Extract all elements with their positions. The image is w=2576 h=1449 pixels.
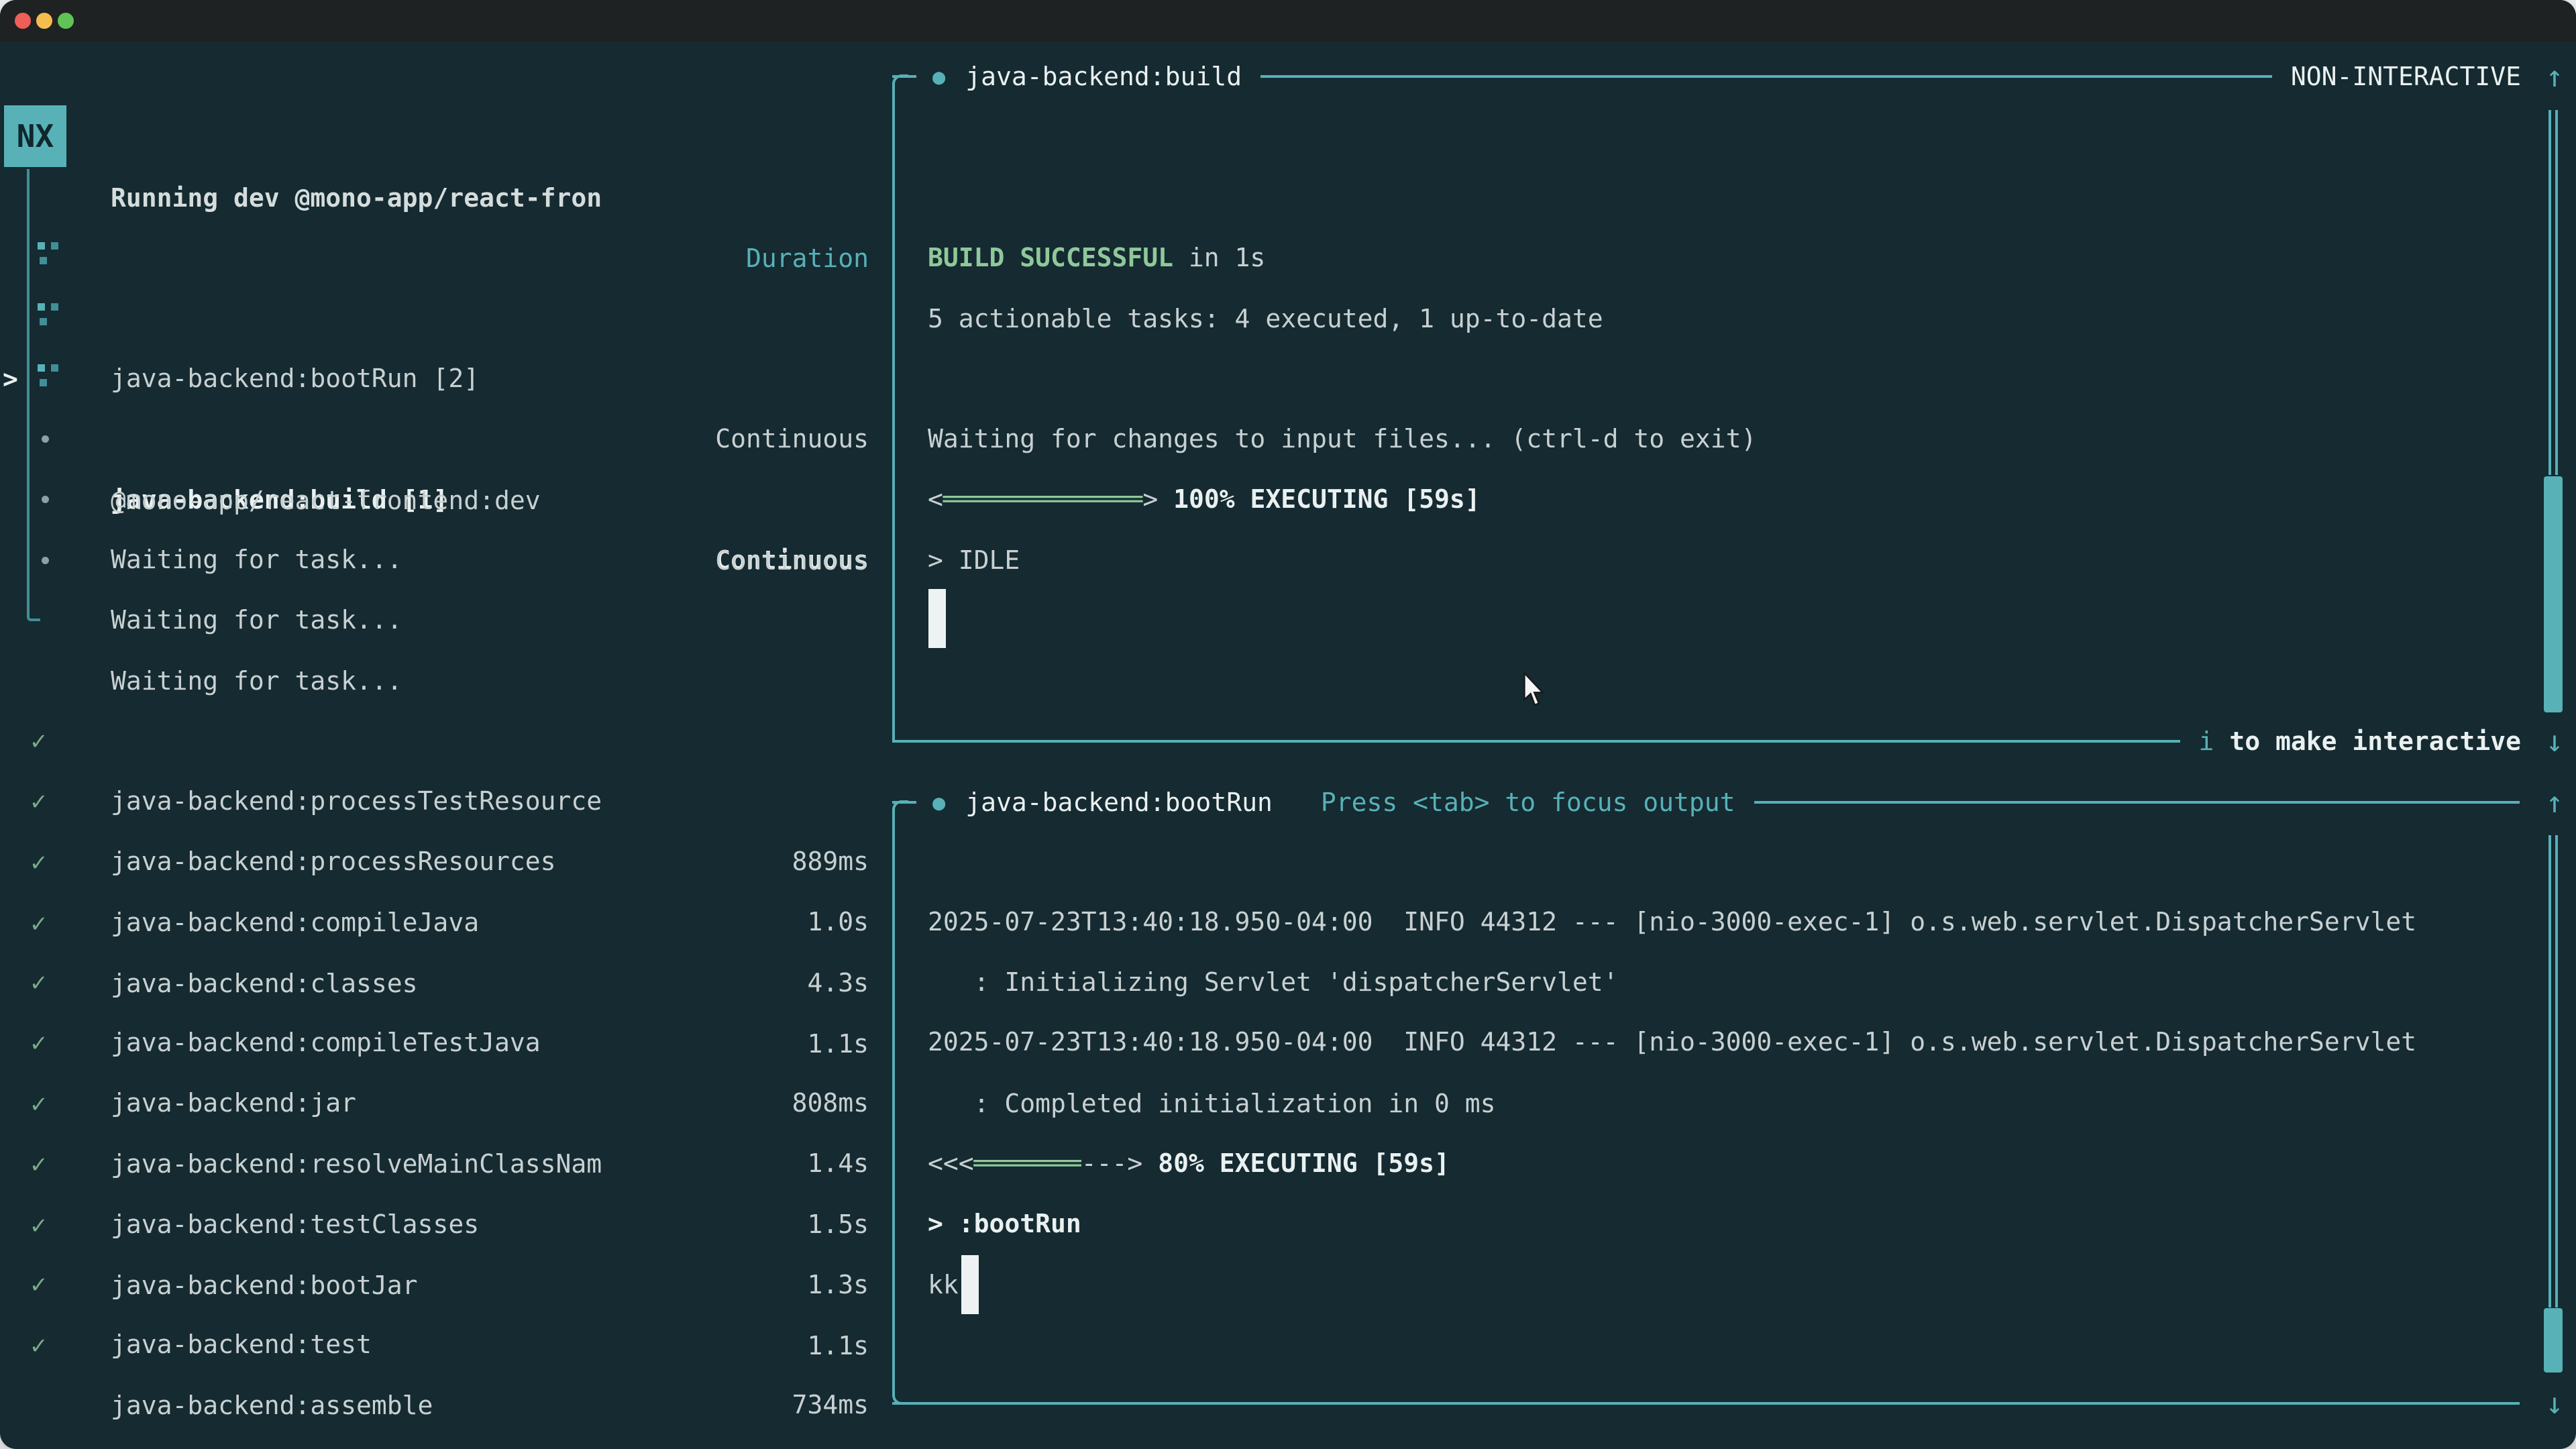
log-line: 2025-07-23T13:40:18.950-04:00 INFO 44312… xyxy=(928,892,2416,952)
task-row-frontend-dev[interactable]: @mono-app/react-frontend:dev Continuous xyxy=(0,350,892,410)
build-panel-header[interactable]: ● java-backend:build NON-INTERACTIVE ↑ xyxy=(892,63,2571,90)
terminal-window: NX Running dev @mono-app/react-fron Dura… xyxy=(0,0,2576,1449)
completed-task-row[interactable]: ✓ java-backend:compileJava 4.3s xyxy=(0,771,892,832)
bootrun-input-line[interactable]: kk xyxy=(928,1254,959,1315)
titlebar xyxy=(0,0,2576,42)
task-duration: 1.1s xyxy=(600,1316,869,1376)
scroll-up-icon[interactable]: ↑ xyxy=(2538,786,2571,820)
task-label: java-backend:test xyxy=(111,1314,372,1375)
pager: ←1/2→ xyxy=(34,1436,221,1449)
scroll-up-icon[interactable]: ↑ xyxy=(2538,60,2571,94)
scroll-down-icon[interactable]: ↓ xyxy=(2538,724,2571,759)
idle-line: > IDLE xyxy=(928,530,1020,590)
build-result-line: BUILD SUCCESSFUL in 1s xyxy=(928,227,1265,288)
log-line: : Initializing Servlet 'dispatcherServle… xyxy=(928,952,1619,1012)
task-dot-icon: ● xyxy=(932,63,945,90)
minimize-button[interactable] xyxy=(36,13,52,29)
completed-task-row[interactable]: ✓ java-backend:test 734ms xyxy=(0,1193,892,1254)
header-rule xyxy=(1260,75,2272,78)
completed-task-row[interactable]: ✓ java-backend:assemble 774ms xyxy=(0,1254,892,1315)
bootrun-panel-footer: ↓ xyxy=(892,1390,2571,1417)
completed-task-row[interactable]: ✓ java-backend:processResources 1.0s xyxy=(0,710,892,771)
completed-task-row[interactable]: ✓ java-backend:bootJar 1.1s xyxy=(0,1134,892,1195)
build-scrollbar-track[interactable] xyxy=(2548,110,2558,475)
task-row-bootrun[interactable]: java-backend:bootRun [2] Continuous xyxy=(0,227,892,288)
bootrun-scrollbar-track[interactable] xyxy=(2548,835,2558,1307)
build-progress-line: <═════════════> 100% EXECUTING [59s] xyxy=(928,469,1481,529)
bootrun-panel-header[interactable]: ● java-backend:bootRun Press <tab> to fo… xyxy=(892,789,2571,816)
interactive-key: i xyxy=(2199,727,2214,756)
waiting-changes-line: Waiting for changes to input files... (c… xyxy=(928,409,1756,469)
waiting-label: Waiting for task... xyxy=(111,590,402,650)
build-scrollbar-thumb[interactable] xyxy=(2544,476,2563,712)
pending-dot-icon xyxy=(42,557,49,564)
spinner-icon xyxy=(38,242,62,266)
sidebar-header: Running dev @mono-app/react-fron Duratio… xyxy=(0,107,892,168)
build-panel-footer: i to make interactive ↓ xyxy=(892,728,2571,755)
log-line: : Completed initialization in 0 ms xyxy=(928,1073,1495,1134)
bootrun-prompt-line: > :bootRun xyxy=(928,1193,1081,1254)
scroll-down-icon[interactable]: ↓ xyxy=(2538,1387,2571,1421)
footer-rule xyxy=(892,740,2180,743)
close-button[interactable] xyxy=(15,13,31,29)
bootrun-progress-line: <<<═══════---> 80% EXECUTING [59s] xyxy=(928,1133,1450,1193)
log-line: 2025-07-23T13:40:18.950-04:00 INFO 44312… xyxy=(928,1012,2416,1072)
completed-task-row[interactable]: ✓ java-backend:jar 1.4s xyxy=(0,952,892,1012)
interactive-hint: to make interactive xyxy=(2214,727,2521,756)
sidebar-footer: ←1/2→ quit: q help: ? xyxy=(0,1375,892,1436)
completed-task-row[interactable]: ✓ java-backend:resolveMainClassNam 1.5s xyxy=(0,1013,892,1073)
pending-dot-icon xyxy=(42,435,49,443)
bootrun-terminal-cursor xyxy=(961,1255,979,1314)
check-icon: ✓ xyxy=(31,1315,46,1375)
completed-task-row[interactable]: ✓ java-backend:compileTestJava 808ms xyxy=(0,892,892,952)
spinner-icon xyxy=(38,303,62,327)
task-duration: 774ms xyxy=(600,1436,869,1449)
footer-rule xyxy=(892,1402,2520,1405)
focus-hint: Press <tab> to focus output xyxy=(1321,788,1735,817)
waiting-task-row: Waiting for task... xyxy=(0,530,892,590)
waiting-task-row: Waiting for task... xyxy=(0,469,892,529)
waiting-task-row: Waiting for task... xyxy=(0,409,892,469)
pending-dot-icon xyxy=(42,496,49,503)
bootrun-panel-title: java-backend:bootRun xyxy=(965,788,1273,817)
tasks-summary-line: 5 actionable tasks: 4 executed, 1 up-to-… xyxy=(928,288,1603,349)
border-stub xyxy=(892,75,916,78)
zoom-button[interactable] xyxy=(58,13,74,29)
bootrun-scrollbar-thumb[interactable] xyxy=(2544,1308,2563,1373)
sidebar-title: Running dev @mono-app/react-fron xyxy=(111,168,602,228)
completed-task-row[interactable]: ✓ java-backend:classes 1.1s xyxy=(0,833,892,893)
spinner-icon xyxy=(38,364,62,388)
header-rule xyxy=(1754,801,2520,804)
bootrun-panel-left-border xyxy=(892,820,895,1383)
build-panel-left-border xyxy=(892,94,895,740)
completed-task-row[interactable]: ✓ java-backend:processTestResource 889ms xyxy=(0,650,892,710)
mode-badge: NON-INTERACTIVE xyxy=(2291,62,2521,91)
build-panel-title: java-backend:build xyxy=(965,62,1242,91)
build-terminal-cursor xyxy=(928,589,946,648)
task-dot-icon: ● xyxy=(932,789,945,816)
mouse-cursor-icon xyxy=(1521,672,1546,707)
border-stub xyxy=(892,801,916,804)
completed-task-row[interactable]: ✓ java-backend:testClasses 1.3s xyxy=(0,1073,892,1134)
task-row-build-selected[interactable]: > java-backend:build [1] Continuous xyxy=(0,288,892,349)
